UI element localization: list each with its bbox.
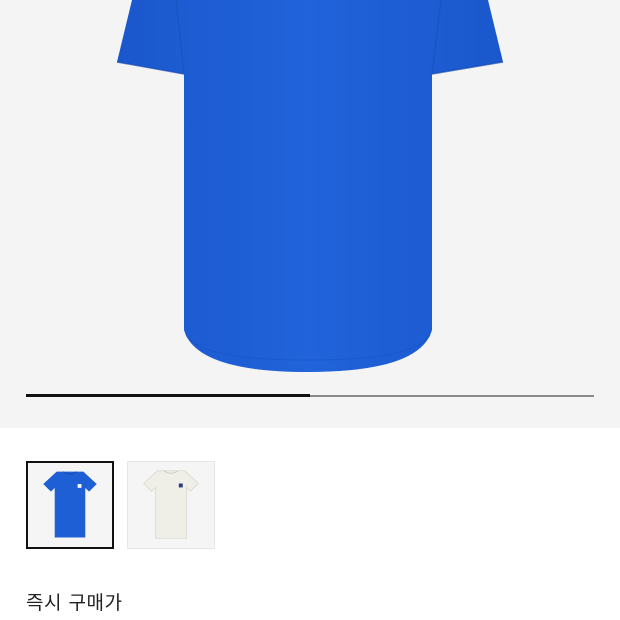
product-image-gallery[interactable] — [0, 0, 620, 428]
tshirt-icon — [43, 471, 97, 538]
instant-buy-price-label: 즉시 구매가 — [26, 592, 123, 614]
thumbnail-blue[interactable] — [26, 461, 114, 549]
tshirt-body — [117, 0, 503, 372]
thumbnail-off-white[interactable] — [127, 461, 215, 549]
gallery-progress-fill — [26, 394, 310, 397]
tshirt-icon — [143, 470, 199, 539]
product-main-image — [116, 0, 504, 372]
gallery-progress-track — [26, 394, 594, 397]
product-page: 즉시 구매가 — [0, 0, 620, 620]
